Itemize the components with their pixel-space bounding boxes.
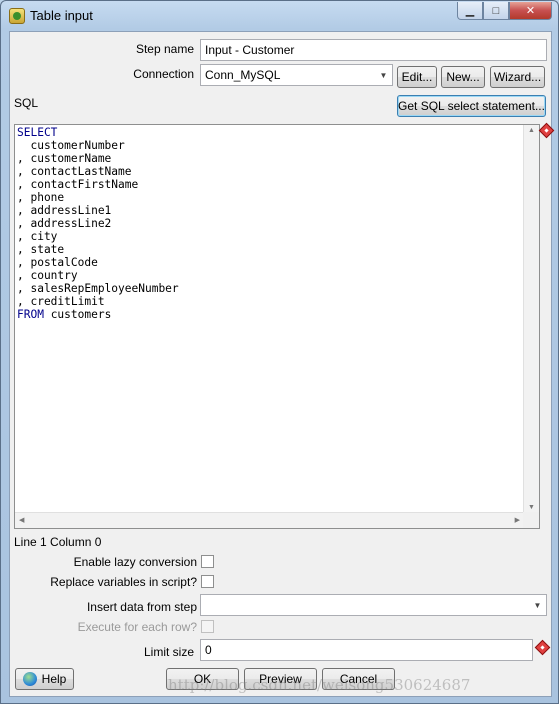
edit-connection-button[interactable]: Edit... bbox=[397, 66, 437, 88]
sql-text: SELECT customerNumber , customerName , c… bbox=[17, 126, 179, 321]
chevron-down-icon: ▼ bbox=[379, 70, 388, 80]
variable-icon bbox=[538, 122, 555, 139]
title-bar[interactable]: Table input ▁ □ ✕ bbox=[1, 1, 558, 29]
sql-label: SQL bbox=[14, 96, 39, 110]
cursor-position: Line 1 Column 0 bbox=[14, 535, 102, 549]
sql-line: , salesRepEmployeeNumber bbox=[17, 282, 179, 295]
scroll-left-icon[interactable]: ◀ bbox=[19, 516, 24, 524]
new-connection-button[interactable]: New... bbox=[441, 66, 485, 88]
replace-variables-label: Replace variables in script? bbox=[50, 575, 197, 589]
limit-size-label: Limit size bbox=[143, 645, 194, 659]
sql-line: , creditLimit bbox=[17, 295, 105, 308]
step-name-input[interactable]: Input - Customer bbox=[200, 39, 547, 61]
window-title: Table input bbox=[30, 8, 93, 23]
sql-line: , contactLastName bbox=[17, 165, 132, 178]
step-name-label: Step name bbox=[135, 42, 194, 56]
execute-each-row-checkbox bbox=[201, 620, 214, 633]
sql-keyword: SELECT bbox=[17, 126, 58, 139]
sql-line: , addressLine1 bbox=[17, 204, 112, 217]
window-controls: ▁ □ ✕ bbox=[457, 2, 552, 20]
lazy-conversion-checkbox[interactable] bbox=[201, 555, 214, 568]
sql-line: , phone bbox=[17, 191, 65, 204]
sql-editor[interactable]: SELECT customerNumber , customerName , c… bbox=[14, 124, 540, 529]
table-input-dialog: Table input ▁ □ ✕ Step name Input - Cust… bbox=[0, 0, 559, 704]
insert-data-select[interactable]: ▼ bbox=[200, 594, 547, 616]
watermark-text: http://blog.csdn.net/weisong530624687 bbox=[168, 676, 471, 694]
table-input-icon bbox=[9, 8, 25, 24]
close-button[interactable]: ✕ bbox=[509, 2, 552, 20]
dialog-body: Step name Input - Customer Connection Co… bbox=[9, 31, 555, 697]
replace-variables-checkbox[interactable] bbox=[201, 575, 214, 588]
connection-select[interactable]: Conn_MySQL ▼ bbox=[200, 64, 393, 86]
sql-keyword: FROM bbox=[17, 308, 44, 321]
help-button[interactable]: Help bbox=[15, 668, 74, 690]
close-icon: ✕ bbox=[525, 5, 536, 17]
sql-line: , addressLine2 bbox=[17, 217, 112, 230]
sql-line: FROM customers bbox=[17, 308, 112, 321]
maximize-button[interactable]: □ bbox=[483, 2, 509, 20]
execute-each-row-label: Execute for each row? bbox=[77, 620, 197, 634]
vertical-scrollbar[interactable]: ▲ ▼ bbox=[523, 125, 539, 513]
connection-value: Conn_MySQL bbox=[205, 68, 281, 82]
limit-size-input[interactable]: 0 bbox=[200, 639, 533, 661]
sql-line: SELECT bbox=[17, 126, 57, 139]
scroll-right-icon[interactable]: ▶ bbox=[515, 516, 520, 524]
sql-line: , customerName bbox=[17, 152, 112, 165]
chevron-down-icon: ▼ bbox=[533, 600, 542, 610]
lazy-conversion-label: Enable lazy conversion bbox=[73, 555, 197, 569]
wizard-button[interactable]: Wizard... bbox=[490, 66, 545, 88]
variable-icon bbox=[534, 639, 551, 656]
scroll-down-icon[interactable]: ▼ bbox=[524, 504, 539, 511]
sql-line: , country bbox=[17, 269, 78, 282]
sql-line: customerNumber bbox=[17, 139, 125, 152]
sql-line: , contactFirstName bbox=[17, 178, 139, 191]
sql-line: , state bbox=[17, 243, 65, 256]
minimize-button[interactable]: ▁ bbox=[457, 2, 483, 20]
insert-data-label: Insert data from step bbox=[86, 600, 197, 614]
help-label: Help bbox=[41, 672, 67, 686]
scroll-corner bbox=[523, 512, 539, 528]
minimize-icon: ▁ bbox=[465, 5, 475, 17]
help-icon bbox=[22, 672, 37, 686]
connection-label: Connection bbox=[133, 67, 194, 81]
horizontal-scrollbar[interactable]: ◀ ▶ bbox=[15, 512, 524, 528]
scroll-up-icon[interactable]: ▲ bbox=[524, 127, 539, 134]
maximize-icon: □ bbox=[492, 4, 500, 17]
sql-line: , city bbox=[17, 230, 58, 243]
sql-line: , postalCode bbox=[17, 256, 98, 269]
get-sql-select-button[interactable]: Get SQL select statement... bbox=[397, 95, 546, 117]
